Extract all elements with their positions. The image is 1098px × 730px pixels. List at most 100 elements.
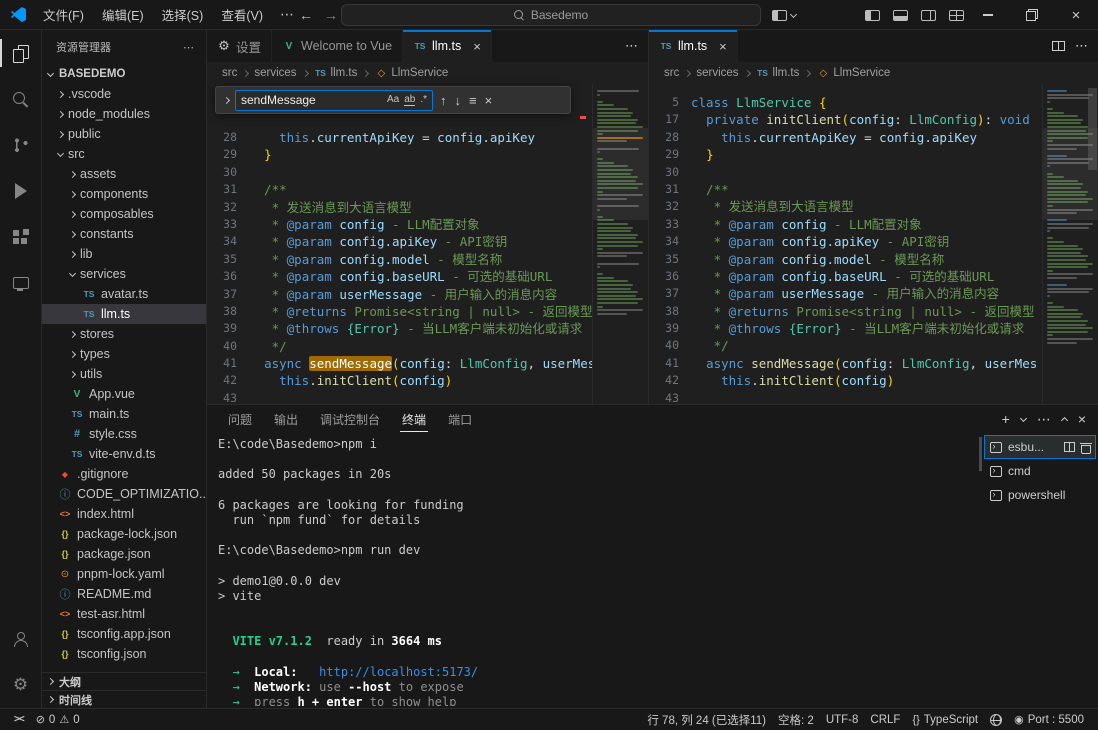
- source-control-view-icon[interactable]: [0, 122, 42, 168]
- split-editor-icon[interactable]: [1052, 41, 1065, 51]
- customize-layout-icon[interactable]: [949, 10, 964, 21]
- terminal-scrollbar[interactable]: [979, 437, 982, 471]
- settings-button[interactable]: ⚙: [0, 662, 42, 708]
- menu-view[interactable]: 查看(V): [212, 0, 272, 29]
- explorer-more-icon[interactable]: ⋯: [183, 41, 194, 54]
- folder-item[interactable]: services: [42, 264, 206, 284]
- file-item[interactable]: <>index.html: [42, 504, 206, 524]
- file-item[interactable]: #style.css: [42, 424, 206, 444]
- match-case-icon[interactable]: Aa: [387, 94, 399, 106]
- menu-file[interactable]: 文件(F): [34, 0, 93, 29]
- minimap-slider[interactable]: [593, 128, 648, 220]
- close-find-icon[interactable]: ×: [484, 93, 494, 108]
- whole-word-icon[interactable]: ab: [404, 94, 415, 106]
- panel-tab[interactable]: 输出: [263, 405, 309, 433]
- terminal-list-item[interactable]: esbu...: [984, 435, 1096, 459]
- panel-tab[interactable]: 调试控制台: [309, 405, 391, 433]
- toggle-replace-icon[interactable]: [223, 96, 230, 103]
- breadcrumb-item[interactable]: ◇LlmService: [374, 67, 448, 79]
- code-editor[interactable]: 28 this.currentApiKey = config.apiKey29 …: [207, 84, 648, 404]
- layout-dropdown[interactable]: [772, 0, 796, 30]
- editor-tab[interactable]: VWelcome to Vue: [272, 30, 403, 62]
- command-center[interactable]: Basedemo: [341, 4, 761, 26]
- account-button[interactable]: [0, 616, 42, 662]
- restore-button[interactable]: [1010, 0, 1054, 30]
- file-item[interactable]: {}package.json: [42, 544, 206, 564]
- panel-tab[interactable]: 端口: [437, 405, 483, 433]
- remote-indicator[interactable]: ><: [8, 709, 30, 730]
- file-item[interactable]: VApp.vue: [42, 384, 206, 404]
- find-input[interactable]: sendMessage Aa ab .*: [235, 90, 433, 111]
- section-outline[interactable]: 大纲: [42, 672, 206, 690]
- breadcrumb-item[interactable]: src: [222, 67, 237, 79]
- language-mode[interactable]: {}TypeScript: [906, 709, 984, 730]
- editor-tab[interactable]: TSllm.ts×: [403, 30, 492, 62]
- find-next-icon[interactable]: ↓: [454, 93, 463, 108]
- toggle-secondary-sidebar-icon[interactable]: [921, 10, 936, 21]
- menu-selection[interactable]: 选择(S): [153, 0, 213, 29]
- back-icon[interactable]: ←: [293, 0, 319, 30]
- remote-explorer-view-icon[interactable]: [0, 260, 42, 306]
- panel-tab[interactable]: 问题: [217, 405, 263, 433]
- file-item[interactable]: ⓘCODE_OPTIMIZATIO...: [42, 484, 206, 504]
- file-item[interactable]: {}package-lock.json: [42, 524, 206, 544]
- section-timeline[interactable]: 时间线: [42, 690, 206, 708]
- file-item[interactable]: ⓘREADME.md: [42, 584, 206, 604]
- code-editor[interactable]: 5class LlmService {17 private initClient…: [649, 84, 1098, 404]
- panel-tab[interactable]: 终端: [391, 405, 437, 433]
- live-server-globe[interactable]: [984, 709, 1008, 730]
- folder-item[interactable]: stores: [42, 324, 206, 344]
- tree-root-folder[interactable]: BASEDEMO: [42, 64, 206, 84]
- find-in-selection-icon[interactable]: ≡: [468, 93, 478, 108]
- find-previous-icon[interactable]: ↑: [439, 93, 448, 108]
- folder-item[interactable]: composables: [42, 204, 206, 224]
- folder-item[interactable]: components: [42, 184, 206, 204]
- search-view-icon[interactable]: [0, 76, 42, 122]
- terminal-list-item[interactable]: cmd: [984, 459, 1096, 483]
- file-item[interactable]: <>test-asr.html: [42, 604, 206, 624]
- folder-item[interactable]: constants: [42, 224, 206, 244]
- breadcrumb-item[interactable]: TSllm.ts: [314, 67, 358, 79]
- folder-item[interactable]: assets: [42, 164, 206, 184]
- file-item[interactable]: ⊙pnpm-lock.yaml: [42, 564, 206, 584]
- more-actions-icon[interactable]: ⋯: [1075, 38, 1088, 54]
- file-item[interactable]: {}tsconfig.app.json: [42, 624, 206, 644]
- terminal-profile-dropdown-icon[interactable]: [1021, 418, 1026, 421]
- close-icon[interactable]: ×: [719, 39, 727, 54]
- file-item[interactable]: TSvite-env.d.ts: [42, 444, 206, 464]
- breadcrumb-item[interactable]: services: [254, 67, 296, 79]
- close-panel-icon[interactable]: ×: [1078, 411, 1086, 427]
- close-window-button[interactable]: ×: [1054, 0, 1098, 30]
- editor-tab[interactable]: ⚙设置: [207, 30, 272, 62]
- folder-item[interactable]: lib: [42, 244, 206, 264]
- folder-item[interactable]: types: [42, 344, 206, 364]
- problems-status[interactable]: ⊘ 0 ⚠ 0: [30, 709, 86, 730]
- folder-item[interactable]: utils: [42, 364, 206, 384]
- folder-item[interactable]: src: [42, 144, 206, 164]
- panel-more-icon[interactable]: ⋯: [1037, 411, 1051, 428]
- encoding[interactable]: UTF-8: [820, 709, 865, 730]
- kill-terminal-icon[interactable]: [1081, 442, 1090, 453]
- breadcrumb-item[interactable]: src: [664, 67, 679, 79]
- live-server-port[interactable]: ◉Port : 5500: [1008, 709, 1090, 730]
- terminal-output[interactable]: E:\code\Basedemo>npm i added 50 packages…: [218, 437, 976, 706]
- menu-edit[interactable]: 编辑(E): [93, 0, 153, 29]
- file-item[interactable]: ◆.gitignore: [42, 464, 206, 484]
- run-debug-view-icon[interactable]: [0, 168, 42, 214]
- indentation[interactable]: 空格: 2: [772, 709, 820, 730]
- breadcrumb-item[interactable]: services: [696, 67, 738, 79]
- new-terminal-icon[interactable]: +: [1002, 411, 1010, 427]
- file-item[interactable]: TSllm.ts: [42, 304, 206, 324]
- maximize-panel-icon[interactable]: [1062, 415, 1067, 423]
- editor-scrollbar[interactable]: [1088, 88, 1097, 170]
- minimize-button[interactable]: [966, 0, 1010, 30]
- breadcrumb-item[interactable]: TSllm.ts: [756, 67, 800, 79]
- file-item[interactable]: TSavatar.ts: [42, 284, 206, 304]
- toggle-sidebar-icon[interactable]: [865, 10, 880, 21]
- extensions-view-icon[interactable]: [0, 214, 42, 260]
- eol[interactable]: CRLF: [864, 709, 906, 730]
- split-terminal-icon[interactable]: [1064, 442, 1075, 452]
- minimap[interactable]: [592, 84, 648, 404]
- editor-tab[interactable]: TSllm.ts×: [649, 30, 738, 62]
- regex-icon[interactable]: .*: [420, 94, 427, 106]
